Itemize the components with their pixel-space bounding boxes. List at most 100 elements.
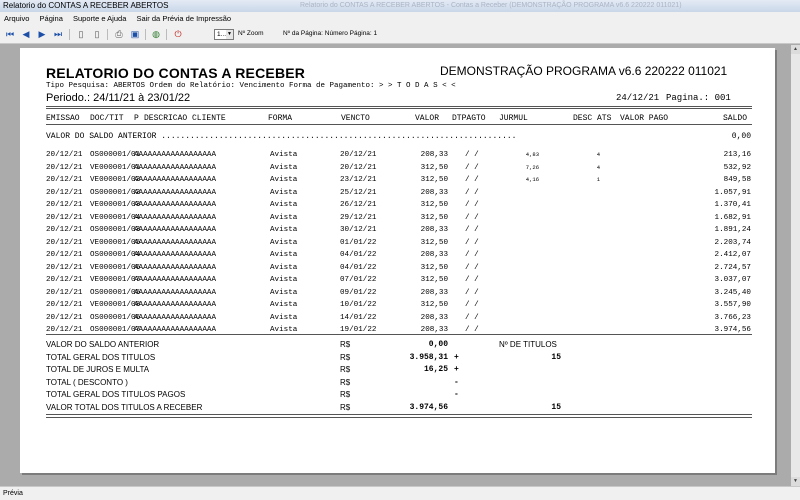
last-page-icon[interactable]: ⏭ [52,28,64,40]
cell-jurmul: 4,16 [525,176,539,183]
total-currency: R$ [340,340,351,349]
cell-valor: 208,33 [420,313,448,322]
report-period: Periodo.: 24/11/21 à 23/01/22 [46,92,191,104]
save-icon[interactable]: ▣ [129,28,141,40]
menu-pagina[interactable]: Página [36,12,67,25]
menu-arquivo[interactable]: Arquivo [0,12,33,25]
cell-saldo: 213,16 [723,151,751,159]
globe-icon[interactable]: ◍ [150,28,162,40]
cell-desc: AAAAAAAAAAAAAAAAAA [134,151,217,159]
cell-emissao: 20/12/21 [46,176,83,184]
cell-emissao: 20/12/21 [46,288,83,297]
cell-dtpagto: / / [465,226,479,234]
status-text: Prévia [3,490,23,497]
cell-emissao: 20/12/21 [46,226,83,234]
two-pages-icon[interactable]: ▯ [91,28,103,40]
cell-vencto: 25/12/21 [340,188,377,197]
cell-saldo: 2.412,07 [714,251,751,259]
previous-page-icon[interactable]: ◀ [20,28,32,40]
total-sign: - [454,377,459,387]
total-currency: R$ [340,402,351,412]
first-page-icon[interactable]: ⏮ [4,28,16,40]
total-label: VALOR TOTAL DOS TITULOS A RECEBER [46,402,203,412]
single-page-icon[interactable]: ▯ [75,28,87,40]
col-doc: DOC/TIT [90,114,124,123]
cell-dtpagto: / / [465,276,479,284]
cell-forma: Avista [270,213,298,222]
cell-valor: 312,50 [420,276,448,284]
cell-dtpagto: / / [465,201,479,209]
saldo-anterior-label: VALOR DO SALDO ANTERIOR ................… [46,132,517,141]
total-label: TOTAL GERAL DOS TITULOS [46,352,156,362]
cell-saldo: 2.203,74 [714,238,751,247]
cell-emissao: 20/12/21 [46,163,83,172]
totals-rule [46,334,752,335]
total-label: TOTAL GERAL DOS TITULOS PAGOS [46,390,186,399]
cell-emissao: 20/12/21 [46,213,83,222]
cell-vencto: 29/12/21 [340,213,377,222]
total-extra-value: 15 [551,352,561,362]
cell-vencto: 20/12/21 [340,163,377,172]
total-value: 3.958,31 [409,352,448,362]
total-extra-value: 15 [551,402,561,412]
window-title-shadow: Relatorio do CONTAS A RECEBER ABERTOS - … [300,2,682,9]
cell-dtpagto: / / [465,301,479,309]
saldo-anterior-value: 0,00 [731,132,751,141]
total-value: 0,00 [428,340,448,349]
col-forma: FORMA [268,114,293,123]
cell-desc: AAAAAAAAAAAAAAAAAA [134,263,217,272]
col-p: P [134,114,139,123]
col-emissao: EMISSAO [46,114,80,123]
toolbar-separator [69,29,70,40]
header-rule [46,108,752,109]
menu-sair-previa[interactable]: Sair da Prévia de Impressão [132,12,235,25]
col-vencto: VENCTO [341,114,370,123]
vertical-scrollbar[interactable]: ▲ ▼ [791,45,800,486]
cell-valor: 312,50 [420,201,448,209]
total-label: TOTAL ( DESCONTO ) [46,377,128,387]
cell-saldo: 3.557,90 [714,301,751,309]
print-icon[interactable]: ⎙ [113,28,125,40]
col-jurmul: JURMUL [499,114,528,123]
footer-rule [46,414,752,415]
toolbar-separator [107,29,108,40]
cell-desc: AAAAAAAAAAAAAAAAAA [134,288,217,297]
cell-desc-ats: 4 [596,151,600,158]
page-select[interactable]: 1... ▼ [214,29,234,40]
close-preview-icon[interactable]: ⏻ [172,28,184,40]
cell-dtpagto: / / [465,176,479,184]
cell-jurmul: 7,26 [525,163,539,171]
report-filter-line: Tipo Pesquisa: ABERTOS Ordem do Relatóri… [46,82,456,90]
next-page-icon[interactable]: ▶ [36,28,48,40]
col-descricao: DESCRICAO CLIENTE [144,114,226,123]
header-rule [46,124,752,125]
cell-forma: Avista [270,276,298,284]
cell-dtpagto: / / [465,288,479,297]
menu-bar: Arquivo Página Suporte e Ajuda Sair da P… [0,12,800,25]
scroll-down-icon[interactable]: ▼ [791,477,800,486]
cell-valor: 208,33 [420,151,448,159]
cell-jurmul: 4,83 [525,151,539,158]
chevron-down-icon[interactable]: ▼ [226,30,233,39]
cell-doc: VE000001/01 [90,163,141,172]
cell-doc: OS000001/05 [90,288,141,297]
cell-doc: VE000001/06 [90,263,141,272]
cell-dtpagto: / / [465,188,479,197]
cell-forma: Avista [270,288,298,297]
cell-forma: Avista [270,226,298,234]
cell-desc: AAAAAAAAAAAAAAAAAA [134,251,217,259]
cell-doc: VE000001/08 [90,301,141,309]
col-desc-ats: DESC ATS [573,114,612,123]
col-valor-pago: VALOR PAGO [620,114,669,123]
cell-vencto: 04/01/22 [340,263,377,272]
cell-doc: OS000001/01 [90,151,141,159]
scroll-up-icon[interactable]: ▲ [791,45,800,54]
menu-suporte-ajuda[interactable]: Suporte e Ajuda [69,12,130,25]
cell-vencto: 07/01/22 [340,276,377,284]
cell-vencto: 20/12/21 [340,151,377,159]
report-page: RELATORIO DO CONTAS A RECEBER DEMONSTRAÇ… [20,48,775,473]
cell-saldo: 3.245,40 [714,288,751,297]
cell-saldo: 1.682,91 [714,213,751,222]
toolbar: ⏮ ◀ ▶ ⏭ ▯ ▯ ⎙ ▣ ◍ ⏻ 1... ▼ Nº Zoom Nº da… [0,25,800,44]
total-extra-label: Nº DE TITULOS [499,340,557,349]
